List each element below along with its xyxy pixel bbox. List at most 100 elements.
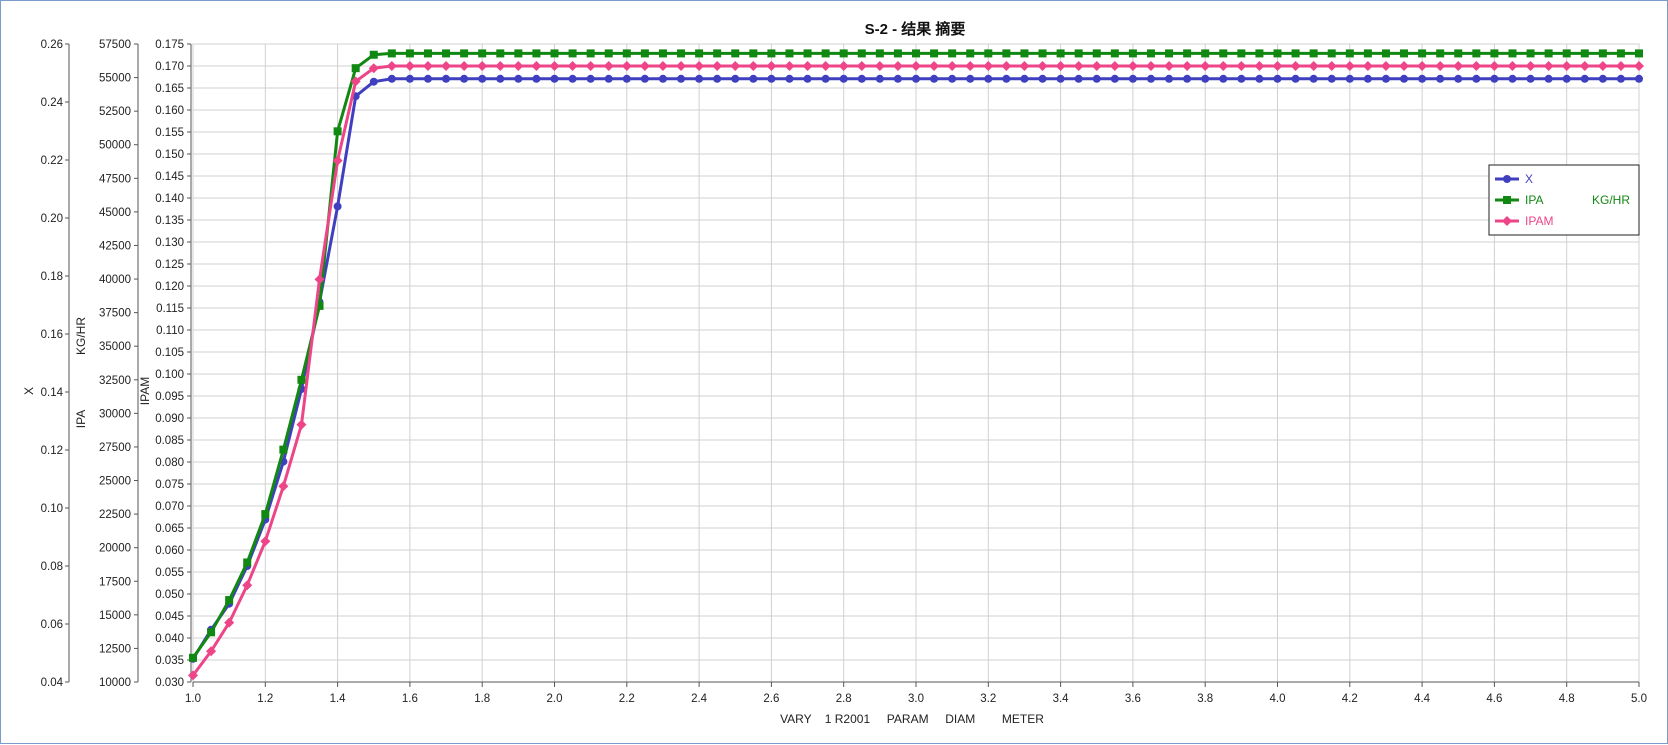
data-point-x: [1580, 74, 1589, 83]
data-point-ipa: [243, 558, 252, 567]
data-point-x: [930, 74, 939, 83]
legend: X IPA KG/HR IPAM: [1488, 164, 1640, 236]
data-point-ipam: [1399, 61, 1410, 71]
data-point-ipam: [1417, 61, 1428, 71]
data-point-x: [893, 74, 902, 83]
ipam_axis-tick-label: 0.050: [155, 589, 184, 601]
data-point-ipam: [603, 61, 614, 71]
x-tick-label: 4.8: [1559, 693, 1575, 705]
data-point-ipa: [930, 49, 939, 58]
ipam_axis-tick-label: 0.135: [155, 215, 184, 227]
data-point-ipa: [225, 596, 234, 605]
data-point-ipam: [1453, 61, 1464, 71]
data-point-ipam: [441, 61, 452, 71]
x-tick-label: 4.2: [1342, 693, 1358, 705]
data-point-x: [658, 74, 667, 83]
ipa_axis-tick-label: 10000: [99, 677, 131, 689]
data-point-x: [803, 74, 812, 83]
data-point-ipam: [947, 61, 958, 71]
x_axis-tick-label: 0.14: [41, 387, 64, 399]
data-point-x: [984, 74, 993, 83]
data-point-ipam: [386, 61, 397, 71]
x-tick-label: 3.6: [1125, 693, 1141, 705]
data-point-ipa: [460, 49, 469, 58]
data-point-ipa: [568, 49, 577, 58]
data-point-ipam: [1344, 61, 1355, 71]
data-point-ipa: [658, 49, 667, 58]
chart-title: S-2 - 结果 摘要: [865, 20, 966, 38]
x-tick-label: 1.4: [330, 693, 347, 705]
ipam_axis-tick-label: 0.175: [155, 39, 184, 51]
data-point-ipa: [1128, 49, 1137, 58]
data-point-x: [1418, 74, 1427, 83]
data-point-ipam: [1579, 61, 1590, 71]
data-point-x: [1490, 74, 1499, 83]
ipam_axis-tick-label: 0.035: [155, 655, 184, 667]
data-point-x: [1472, 74, 1481, 83]
data-point-ipa: [1092, 49, 1101, 58]
data-point-ipa: [713, 49, 722, 58]
data-point-x: [1635, 74, 1643, 83]
data-point-ipam: [459, 61, 470, 71]
data-point-x: [966, 74, 975, 83]
data-point-x: [1146, 74, 1155, 83]
data-point-ipa: [1183, 49, 1192, 58]
data-point-x: [1255, 74, 1264, 83]
x_axis-tick-label: 0.08: [41, 561, 63, 573]
data-point-x: [1309, 74, 1318, 83]
data-point-ipam: [748, 61, 759, 71]
ipam_axis-tick-label: 0.085: [155, 435, 184, 447]
data-point-ipam: [1164, 61, 1175, 71]
data-point-x: [749, 74, 758, 83]
grid-lines: [192, 43, 1640, 683]
x-tick-label: 3.2: [980, 693, 996, 705]
data-point-ipa: [1255, 49, 1264, 58]
data-point-x: [677, 74, 686, 83]
data-point-ipam: [278, 481, 289, 492]
ipa_axis-tick-label: 47500: [99, 173, 131, 185]
data-point-x: [1002, 74, 1011, 83]
data-point-x: [731, 74, 740, 83]
data-point-x: [948, 74, 957, 83]
data-point-ipam: [1507, 61, 1518, 71]
ipam_axis-tick-label: 0.095: [155, 391, 184, 403]
x_axis-tick-label: 0.18: [41, 271, 63, 283]
data-point-ipam: [1001, 61, 1012, 71]
data-point-ipa: [604, 49, 613, 58]
data-point-ipam: [1109, 61, 1120, 71]
data-point-ipa: [1219, 49, 1228, 58]
data-point-x: [1201, 74, 1210, 83]
data-point-ipam: [965, 61, 976, 71]
x_axis-tick-label: 0.24: [41, 97, 64, 109]
data-point-ipam: [1073, 61, 1084, 71]
x-tick-label: 1.0: [185, 693, 201, 705]
data-point-ipa: [893, 49, 902, 58]
data-point-x: [1110, 74, 1119, 83]
data-point-ipa: [1110, 49, 1119, 58]
data-point-ipa: [514, 49, 523, 58]
ipam_axis-tick-label: 0.105: [155, 347, 184, 359]
data-point-ipa: [677, 49, 686, 58]
data-point-ipam: [1597, 61, 1608, 71]
data-point-x: [1598, 74, 1607, 83]
ipam_axis-tick-label: 0.165: [155, 83, 184, 95]
x-tick-label: 3.0: [908, 693, 924, 705]
data-point-ipa: [297, 375, 306, 384]
data-point-x: [1038, 74, 1047, 83]
data-point-ipa: [1165, 49, 1174, 58]
data-point-ipam: [983, 61, 994, 71]
data-point-ipam: [1127, 61, 1138, 71]
data-point-x: [1345, 74, 1354, 83]
data-point-ipam: [549, 61, 560, 71]
data-point-ipam: [296, 419, 307, 430]
data-point-ipam: [531, 61, 542, 71]
chart-window: S-2 - 结果 摘要 1.0 1.2 1.4 1.6 1.8 2.0 2.2 2.4 2.6 2…: [0, 0, 1668, 744]
data-point-ipa: [948, 49, 957, 58]
data-point-ipa: [1454, 49, 1463, 58]
data-point-ipa: [749, 49, 758, 58]
ipa_axis-tick-label: 25000: [99, 476, 131, 488]
data-point-x: [1562, 74, 1571, 83]
data-point-x: [1544, 74, 1553, 83]
data-point-x: [640, 74, 649, 83]
data-point-x: [1381, 74, 1390, 83]
